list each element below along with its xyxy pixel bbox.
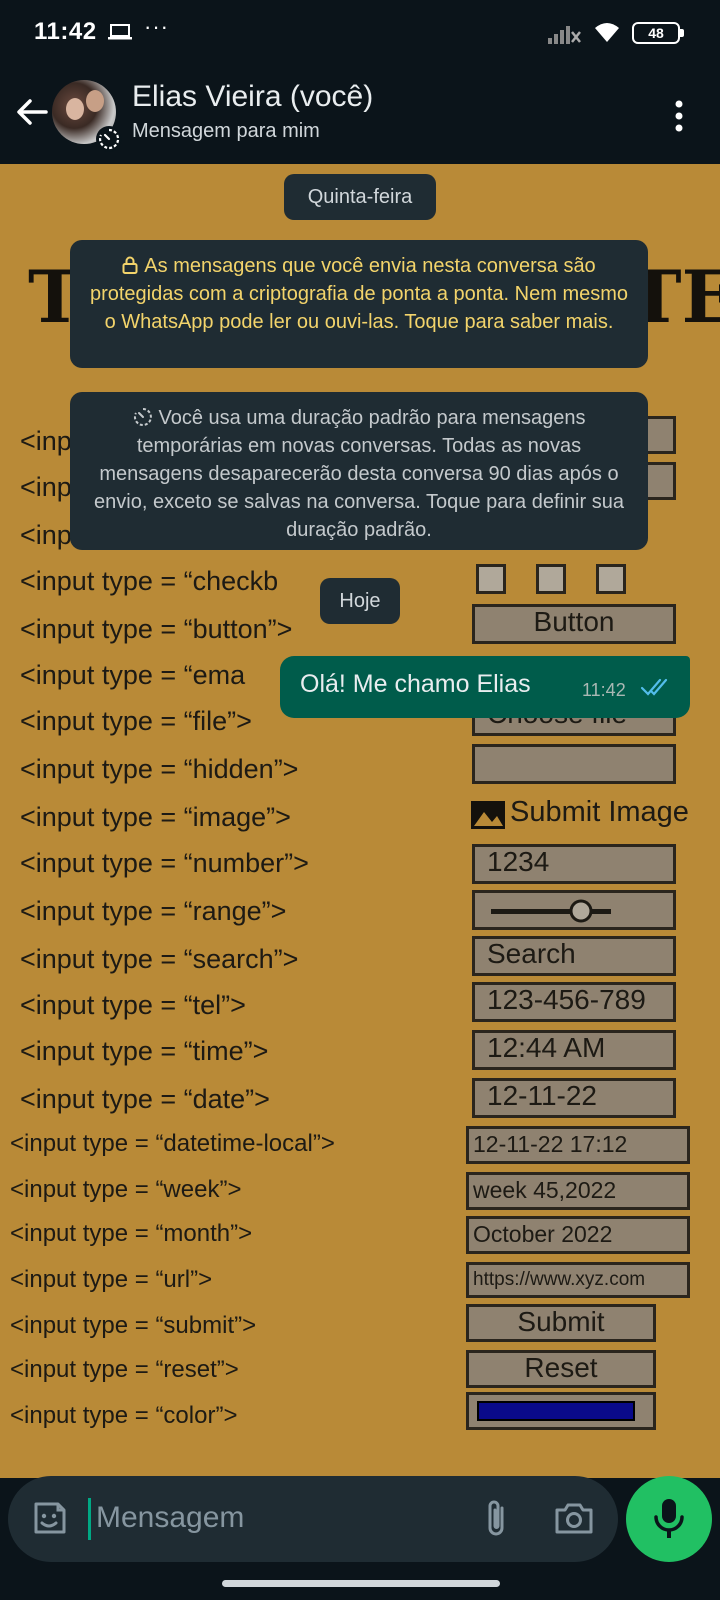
date-chip: Hoje [320,578,400,624]
timer-icon [96,126,122,152]
wallpaper-row: <inp [20,426,72,456]
wallpaper-box: 123-456-789 [472,982,676,1022]
wallpaper-box: 12:44 AM [472,1030,676,1070]
wallpaper-row: <input type = “color”> [10,1402,238,1429]
wallpaper-box: Reset [466,1350,656,1388]
wallpaper-row: <input type = “week”> [10,1176,242,1203]
wallpaper-row: <input type = “reset”> [10,1356,239,1383]
wallpaper-row: <input type = “hidden”> [20,754,299,784]
wallpaper-box: week 45,2022 [466,1172,690,1210]
wallpaper-box: Button [472,604,676,644]
wallpaper-box [472,744,676,784]
signal-off-icon [548,26,581,44]
outgoing-message-bubble[interactable]: Olá! Me chamo Elias 11:42 [280,656,690,718]
text-cursor [88,1498,91,1540]
wallpaper-box: Submit [466,1304,656,1342]
double-check-icon [640,678,668,696]
microphone-button[interactable] [626,1476,712,1562]
wallpaper-checkbox [536,564,566,594]
wallpaper-range-box [472,890,676,930]
wallpaper-box: https://www.xyz.com [466,1262,690,1298]
status-bar: 11:42 ··· 48 [0,0,720,68]
message-time: 11:42 [582,680,626,700]
wallpaper-row: <inp [20,472,72,502]
wallpaper-row: <input type = “search”> [20,944,299,974]
color-swatch [477,1401,635,1421]
status-time: 11:42 [34,18,97,45]
timer-icon [133,408,152,426]
home-indicator[interactable] [222,1580,500,1587]
avatar-face [86,90,104,112]
avatar-face [66,98,84,120]
message-composer [8,1476,618,1562]
wallpaper-row: <input type = “ema [20,660,246,690]
wallpaper-row: <input type = “date”> [20,1084,270,1114]
wallpaper-box: 12-11-22 17:12 [466,1126,690,1164]
disappearing-notice[interactable]: Você usa uma duração padrão para mensage… [70,392,648,550]
encryption-notice-text: As mensagens que você envia nesta conver… [89,255,629,333]
chat-header: Elias Vieira (você) Mensagem para mim [0,68,720,164]
wallpaper-box: October 2022 [466,1216,690,1254]
wallpaper-row: <input type = “image”> [20,802,291,832]
microphone-icon [654,1499,684,1538]
wallpaper-row: <input type = “time”> [20,1036,269,1066]
wallpaper-row: <input type = “checkb [20,566,279,596]
wallpaper-row: <inp [20,520,72,550]
wallpaper-row: <input type = “month”> [10,1220,253,1247]
wallpaper-checkbox [476,564,506,594]
wifi-icon [595,23,619,42]
wallpaper-color-box [466,1392,656,1430]
contact-name[interactable]: Elias Vieira (você) [132,80,373,114]
wallpaper-box: 12-11-22 [472,1078,676,1118]
paperclip-icon[interactable] [480,1498,514,1540]
wallpaper-image-label: Submit Image [510,796,689,828]
wallpaper-box: Search [472,936,676,976]
contact-subtitle[interactable]: Mensagem para mim [132,120,320,143]
wallpaper-row: <input type = “datetime-local”> [10,1130,335,1157]
notification-dots: ··· [144,14,169,39]
camera-icon[interactable] [554,1500,594,1536]
image-icon [471,801,505,829]
back-arrow-icon[interactable] [12,92,52,132]
wallpaper-row: <input type = “button”> [20,614,293,644]
wallpaper-row: <input type = “tel”> [20,990,246,1020]
disappearing-notice-text: Você usa uma duração padrão para mensage… [94,407,624,541]
encryption-notice[interactable]: As mensagens que você envia nesta conver… [70,240,648,368]
wallpaper-box: 1234 [472,844,676,884]
slider-track-icon [491,899,611,923]
chat-area[interactable]: T TE <inp <inp <inp <input type = “check… [0,164,720,1478]
wallpaper-checkbox [596,564,626,594]
emoji-sticker-icon[interactable] [30,1498,70,1538]
message-input[interactable] [96,1494,456,1542]
date-chip: Quinta-feira [284,174,436,220]
wallpaper-row: <input type = “range”> [20,896,287,926]
battery-icon: 48 [632,22,684,44]
laptop-icon [108,24,132,40]
wallpaper-row: <input type = “submit”> [10,1312,257,1339]
wallpaper-row: <input type = “file”> [20,706,252,736]
battery-level: 48 [648,25,664,41]
wallpaper-row: <input type = “number”> [20,848,309,878]
lock-icon [122,256,138,274]
message-text: Olá! Me chamo Elias [300,670,531,698]
wallpaper-row: <input type = “url”> [10,1266,213,1293]
more-vert-icon[interactable] [664,96,694,136]
